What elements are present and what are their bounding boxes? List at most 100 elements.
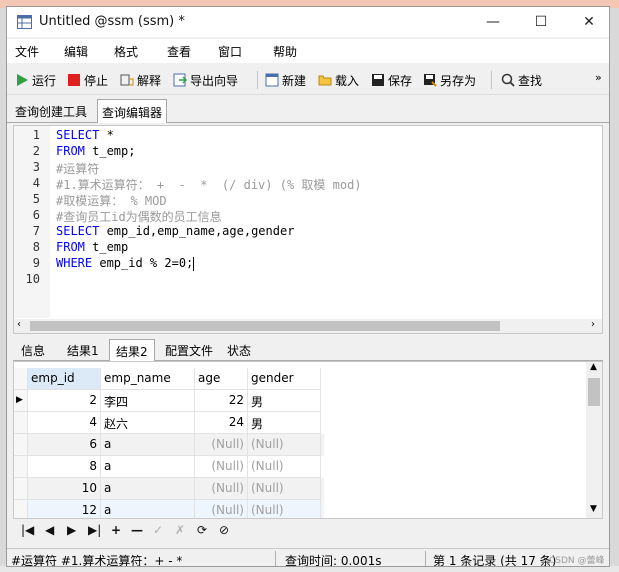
discard-changes-button[interactable]: ✗ [175, 523, 185, 537]
row-header-corner [14, 368, 28, 390]
table-cell[interactable]: (Null) [195, 434, 248, 456]
first-record-button[interactable]: |◀ [21, 523, 34, 537]
sql-keyword: FROM [56, 144, 85, 158]
table-row[interactable]: 8 a (Null) (Null) [14, 456, 324, 478]
next-record-button[interactable]: ▶ [67, 523, 76, 537]
table-cell[interactable]: (Null) [248, 456, 321, 478]
stop-refresh-button[interactable]: ⊘ [219, 523, 229, 537]
table-cell[interactable]: 2 [28, 390, 101, 412]
export-wizard-button[interactable]: 导出向导 [173, 71, 238, 89]
row-header [14, 500, 28, 518]
table-cell[interactable]: 22 [195, 390, 248, 412]
new-button[interactable]: 新建 [265, 71, 306, 89]
scroll-up-icon[interactable]: ▲ [590, 362, 597, 372]
toolbar-overflow-button[interactable]: » [595, 68, 602, 86]
column-header[interactable]: gender [248, 368, 321, 390]
menu-help[interactable]: 帮助 [273, 43, 297, 60]
menu-window[interactable]: 窗口 [218, 43, 242, 60]
previous-record-button[interactable]: ◀ [45, 523, 54, 537]
code-comment: #查询员工id为偶数的员工信息 [56, 210, 222, 224]
line-number: 5 [32, 192, 40, 206]
line-number: 9 [32, 256, 40, 270]
find-button[interactable]: 查找 [501, 71, 542, 89]
table-cell[interactable]: 李四 [101, 390, 195, 412]
last-record-button[interactable]: ▶| [88, 523, 101, 537]
apply-changes-button[interactable]: ✓ [153, 523, 163, 537]
toolbar-divider [491, 71, 492, 89]
load-button[interactable]: 载入 [318, 71, 359, 89]
code-line: WHERE emp_id % 2=0; [56, 256, 195, 271]
tab-query-builder[interactable]: 查询创建工具 [11, 99, 91, 123]
table-cell[interactable]: 男 [248, 412, 321, 434]
query-window: Untitled @ssm (ssm) * — ☐ ✕ 文件 编辑 格式 查看 … [6, 6, 610, 567]
delete-record-button[interactable]: — [131, 523, 143, 537]
table-cell[interactable]: (Null) [195, 456, 248, 478]
row-header [14, 434, 28, 456]
table-cell[interactable]: (Null) [195, 500, 248, 518]
code-line: FROM t_emp; [56, 144, 135, 158]
status-divider [425, 551, 426, 566]
scroll-right-icon[interactable]: › [591, 319, 595, 330]
table-cell[interactable]: 赵六 [101, 412, 195, 434]
vertical-scrollbar[interactable]: ▲ ▼ [586, 362, 602, 518]
table-cell[interactable]: 24 [195, 412, 248, 434]
table-header-row: emp_id emp_name age gender [14, 368, 324, 390]
column-header[interactable]: emp_id [28, 368, 101, 390]
table-cell[interactable]: a [101, 434, 195, 456]
table-row[interactable]: ▶ 2 李四 22 男 [14, 390, 324, 412]
tab-profile[interactable]: 配置文件 [159, 339, 219, 361]
table-cell[interactable]: 10 [28, 478, 101, 500]
menu-format[interactable]: 格式 [114, 43, 138, 60]
status-bar: #运算符 #1.算术运算符：+ - * 查询时间: 0.001s 第 1 条记录… [7, 548, 609, 566]
table-cell[interactable]: (Null) [195, 478, 248, 500]
export-icon [173, 73, 187, 87]
table-cell[interactable]: 12 [28, 500, 101, 518]
sql-keyword: SELECT [56, 224, 100, 238]
scrollbar-thumb[interactable] [30, 321, 500, 331]
table-cell[interactable]: a [101, 500, 195, 518]
add-record-button[interactable]: + [111, 523, 121, 537]
table-cell[interactable]: a [101, 456, 195, 478]
explain-label: 解释 [137, 73, 162, 88]
explain-button[interactable]: 解释 [120, 71, 161, 89]
table-cell[interactable]: 男 [248, 390, 321, 412]
table-cell[interactable]: (Null) [248, 434, 321, 456]
menu-edit[interactable]: 编辑 [64, 43, 88, 60]
menu-file[interactable]: 文件 [15, 43, 39, 60]
scroll-left-icon[interactable]: ‹ [17, 319, 21, 330]
table-row[interactable]: 6 a (Null) (Null) [14, 434, 324, 456]
refresh-button[interactable]: ⟳ [197, 523, 207, 537]
scrollbar-thumb[interactable] [588, 378, 600, 406]
table-cell[interactable]: (Null) [248, 478, 321, 500]
tab-result-2[interactable]: 结果2 [109, 339, 155, 361]
row-header [14, 478, 28, 500]
run-button[interactable]: 运行 [15, 71, 56, 89]
table-cell[interactable]: 4 [28, 412, 101, 434]
horizontal-scrollbar[interactable]: ‹ › [14, 319, 602, 333]
minimize-button[interactable]: — [473, 11, 513, 33]
table-cell[interactable]: a [101, 478, 195, 500]
sql-editor[interactable]: 1 2 3 4 5 6 7 8 9 10 SELECT * FROM t_emp… [13, 125, 603, 334]
maximize-button[interactable]: ☐ [521, 11, 561, 33]
stop-button[interactable]: 停止 [67, 71, 108, 89]
code-line: FROM t_emp [56, 240, 128, 254]
scroll-down-icon[interactable]: ▼ [590, 504, 597, 514]
play-icon [17, 74, 28, 86]
save-button[interactable]: 保存 [371, 71, 412, 89]
tab-status[interactable]: 状态 [221, 339, 257, 361]
tab-result-1[interactable]: 结果1 [61, 339, 105, 361]
table-row[interactable]: 4 赵六 24 男 [14, 412, 324, 434]
table-row[interactable]: 12 a (Null) (Null) [14, 500, 324, 518]
table-cell[interactable]: (Null) [248, 500, 321, 518]
close-button[interactable]: ✕ [569, 11, 609, 33]
code-text: emp_id,emp_name,age,gender [99, 224, 295, 238]
column-header[interactable]: age [195, 368, 248, 390]
column-header[interactable]: emp_name [101, 368, 195, 390]
table-cell[interactable]: 6 [28, 434, 101, 456]
tab-info[interactable]: 信息 [15, 339, 51, 361]
table-cell[interactable]: 8 [28, 456, 101, 478]
save-as-button[interactable]: 另存为 [423, 71, 476, 89]
table-row[interactable]: 10 a (Null) (Null) [14, 478, 324, 500]
tab-query-editor[interactable]: 查询编辑器 [97, 99, 168, 123]
menu-view[interactable]: 查看 [167, 43, 191, 60]
